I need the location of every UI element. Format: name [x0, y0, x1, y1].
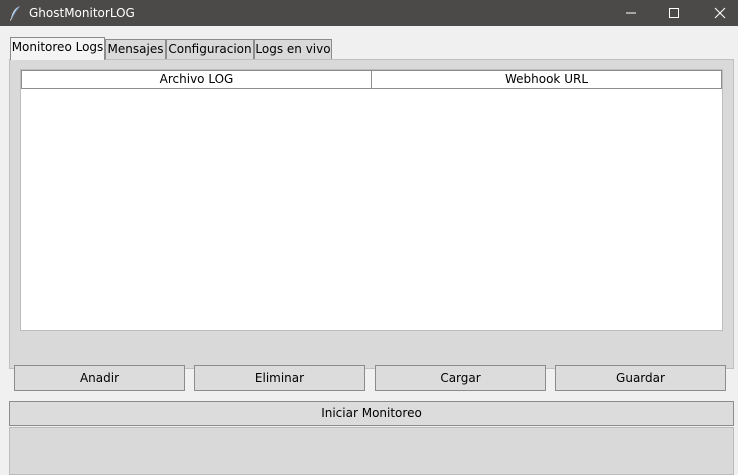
- tab-mensajes[interactable]: Mensajes: [105, 39, 166, 59]
- status-area: [9, 427, 734, 475]
- maximize-button[interactable]: [651, 0, 697, 26]
- tab-monitoreo-logs[interactable]: Monitoreo Logs: [10, 37, 105, 60]
- monitoreo-logs-panel: Archivo LOG Webhook URL: [9, 59, 734, 369]
- minimize-button[interactable]: [608, 0, 654, 26]
- tab-logs-en-vivo[interactable]: Logs en vivo: [254, 39, 332, 59]
- window-title: GhostMonitorLOG: [29, 6, 135, 20]
- tab-configuracion[interactable]: Configuracion: [166, 39, 254, 59]
- window-titlebar[interactable]: GhostMonitorLOG: [0, 0, 738, 26]
- load-button[interactable]: Cargar: [375, 365, 546, 391]
- close-button[interactable]: [697, 0, 738, 26]
- add-button[interactable]: Anadir: [14, 365, 185, 391]
- delete-button[interactable]: Eliminar: [194, 365, 365, 391]
- feather-icon: [9, 5, 23, 21]
- log-webhook-table[interactable]: Archivo LOG Webhook URL: [20, 69, 723, 331]
- save-button[interactable]: Guardar: [555, 365, 726, 391]
- column-header-archivo-log[interactable]: Archivo LOG: [21, 70, 372, 89]
- column-header-webhook-url[interactable]: Webhook URL: [371, 70, 722, 89]
- table-body[interactable]: [21, 89, 722, 330]
- window-client-area: Monitoreo Logs Mensajes Configuracion Lo…: [0, 26, 738, 475]
- start-monitoring-button[interactable]: Iniciar Monitoreo: [9, 401, 734, 426]
